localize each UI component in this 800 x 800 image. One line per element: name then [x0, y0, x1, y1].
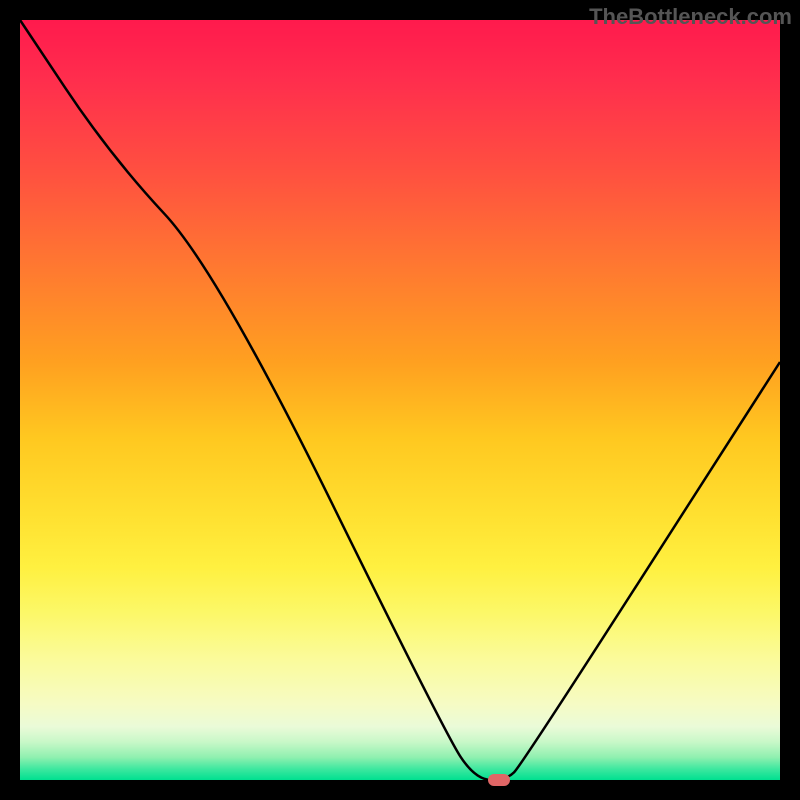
- watermark-text: TheBottleneck.com: [589, 4, 792, 30]
- chart-plot-area: [20, 20, 780, 780]
- optimal-point-marker: [488, 774, 510, 786]
- bottleneck-curve: [20, 20, 780, 780]
